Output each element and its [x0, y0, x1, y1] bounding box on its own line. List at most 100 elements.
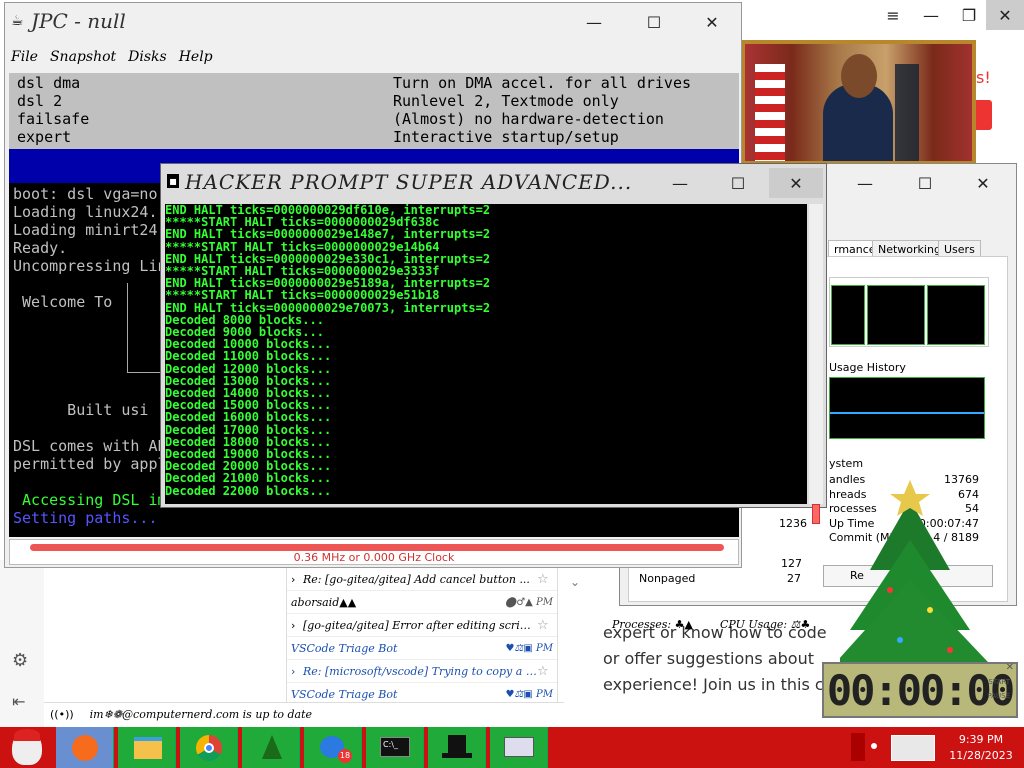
boot-option-key: dsl 2 [17, 92, 63, 110]
face-shape [841, 54, 877, 98]
close-icon[interactable]: ✕ [769, 168, 823, 198]
red-tag: s! [976, 68, 991, 87]
network-tray-icon[interactable] [891, 735, 935, 761]
mail-row[interactable]: VSCode Triage Bot ♥⚖▣ PM [287, 637, 557, 660]
scrollbar-thumb[interactable] [812, 504, 820, 524]
terminal-line: Built usi [13, 401, 149, 419]
messenger-icon[interactable]: 18 [304, 727, 362, 768]
mail-time: ⬤♂▲ PM [505, 596, 553, 608]
chrome-icon[interactable] [180, 727, 238, 768]
tray-bar-icon[interactable] [851, 733, 865, 761]
clock-status-text: 0.36 MHz or 0.000 GHz Clock [293, 551, 455, 564]
mail-row[interactable]: › [go-gitea/gitea] Error after editing sc… [287, 614, 557, 637]
terminal-line: permitted by appl [13, 455, 167, 473]
boot-option-key: dsl dma [17, 74, 81, 92]
restore-icon[interactable]: ❐ [950, 0, 988, 30]
maximize-icon[interactable]: ☐ [902, 168, 948, 198]
scrollbar[interactable] [809, 204, 823, 524]
stopwatch-widget: 00:00:00 START PAUSE ✕ [822, 662, 1018, 718]
cpu-graph [867, 285, 925, 345]
console-lines: END HALT ticks=0000000029df610e, interru… [165, 204, 807, 497]
mail-sender: VSCode Triage Bot [291, 641, 398, 655]
firefox-icon[interactable] [56, 727, 114, 768]
processes-status: Processes: ♣▲ [612, 618, 693, 631]
terminal-icon[interactable]: C:\_ [366, 727, 424, 768]
window-title: HACKER PROMPT SUPER ADVANCED... [185, 170, 633, 194]
console-line: *****START HALT ticks=0000000029e14b64 [165, 239, 440, 254]
terminal-line: Welcome To [13, 293, 113, 311]
menu-snapshot[interactable]: Snapshot [50, 49, 116, 65]
console-output[interactable]: END HALT ticks=0000000029df610e, interru… [165, 204, 807, 504]
clock-date[interactable]: 11/28/2023 [941, 749, 1021, 762]
terminal-line: Ready. [13, 239, 68, 257]
close-icon[interactable]: ✕ [986, 0, 1024, 30]
tray-dot-icon[interactable] [871, 743, 877, 749]
close-icon[interactable]: ✕ [960, 168, 1006, 198]
notification-badge: 18 [338, 749, 352, 763]
console-line: Decoded 12000 blocks... [165, 361, 332, 376]
boot-option-desc: Interactive startup/setup [393, 128, 619, 146]
minimize-icon[interactable]: — [842, 168, 888, 198]
menu-icon[interactable]: ≡ [874, 0, 912, 30]
scroll-down-icon[interactable]: ⌄ [570, 575, 580, 589]
mail-list: › Re: [go-gitea/gitea] Add cancel button … [286, 568, 558, 710]
terminal-line: Accessing DSL im [13, 491, 167, 509]
star-icon[interactable]: ☆ [537, 664, 553, 679]
mail-time: ♥⚖▣ PM [505, 642, 553, 654]
terminal-line: boot: dsl vga=nor [13, 185, 167, 203]
boot-option-key: expert [17, 128, 72, 146]
start-button-santa-icon[interactable] [0, 727, 56, 768]
minimize-icon[interactable]: — [571, 7, 617, 37]
minimize-icon[interactable]: — [657, 168, 703, 198]
maximize-icon[interactable]: ☐ [715, 168, 761, 198]
console-line: END HALT ticks=0000000029e70073, interru… [165, 300, 491, 315]
magic-hat-icon[interactable] [428, 727, 486, 768]
menu-file[interactable]: File [11, 49, 38, 65]
christmas-tree-widget [820, 480, 1010, 680]
terminal-line: Loading linux24. [13, 203, 158, 221]
mail-subject: Re: [go-gitea/gitea] Add cancel button .… [303, 572, 530, 586]
console-line: Decoded 22000 blocks... [165, 483, 332, 498]
boot-menu: dsl dma Turn on DMA accel. for all drive… [9, 73, 739, 183]
mail-row[interactable]: › Re: [go-gitea/gitea] Add cancel button … [287, 568, 557, 591]
minimize-icon[interactable]: — [912, 0, 950, 30]
mail-row[interactable]: aborsaid▲▲ ⬤♂▲ PM [287, 591, 557, 614]
close-icon[interactable]: ✕ [689, 7, 735, 37]
pause-label[interactable]: PAUSE [987, 692, 1010, 700]
star-icon[interactable]: ☆ [537, 572, 553, 587]
close-icon[interactable]: ✕ [1006, 662, 1014, 673]
mail-row[interactable]: › Re: [microsoft/vscode] Trying to copy a… [287, 660, 557, 683]
flag-shape [755, 64, 785, 161]
app-icon: ☕ [11, 13, 24, 29]
left-rail: ⚙ ⇤ [0, 560, 44, 727]
memory-value: 1236 [779, 517, 807, 530]
terminal-icon: ▪ [167, 174, 180, 188]
menu-help[interactable]: Help [179, 49, 213, 65]
mail-time: ♥⚖▣ PM [505, 688, 553, 700]
star-icon[interactable]: ☆ [537, 618, 553, 633]
setting-paths-line: Setting paths... [13, 509, 158, 527]
start-label[interactable]: START [988, 678, 1010, 686]
jpc-titlebar: ☕ JPC - null — ☐ ✕ [5, 3, 741, 41]
collapse-icon[interactable]: ⇤ [12, 692, 25, 711]
progress-bar [30, 544, 724, 551]
jpc-menubar: File Snapshot Disks Help [5, 43, 741, 71]
terminal-line: Uncompressing Lin [13, 257, 167, 275]
system-tray: 9:39 PM 11/28/2023 [849, 727, 1024, 768]
console-line: Decoded 16000 blocks... [165, 410, 332, 425]
settings-gear-icon[interactable]: ⚙ [12, 650, 28, 671]
mail-subject: [go-gitea/gitea] Error after editing scr… [303, 618, 537, 632]
window-title: JPC - null [31, 9, 126, 33]
menu-disks[interactable]: Disks [128, 49, 167, 65]
nonpaged-label: Nonpaged [639, 572, 696, 585]
browser-window-controls: ≡ — ❐ ✕ [874, 0, 1024, 40]
maximize-icon[interactable]: ☐ [631, 7, 677, 37]
clock-time[interactable]: 9:39 PM [941, 733, 1021, 746]
cpu-graph [831, 285, 865, 345]
file-explorer-icon[interactable] [118, 727, 176, 768]
boot-option-key: failsafe [17, 110, 90, 128]
clock-status-bar: 0.36 MHz or 0.000 GHz Clock [9, 539, 739, 565]
network-monitor-icon[interactable] [490, 727, 548, 768]
console-line: Decoded 21000 blocks... [165, 471, 332, 486]
christmas-tree-icon[interactable] [242, 727, 300, 768]
